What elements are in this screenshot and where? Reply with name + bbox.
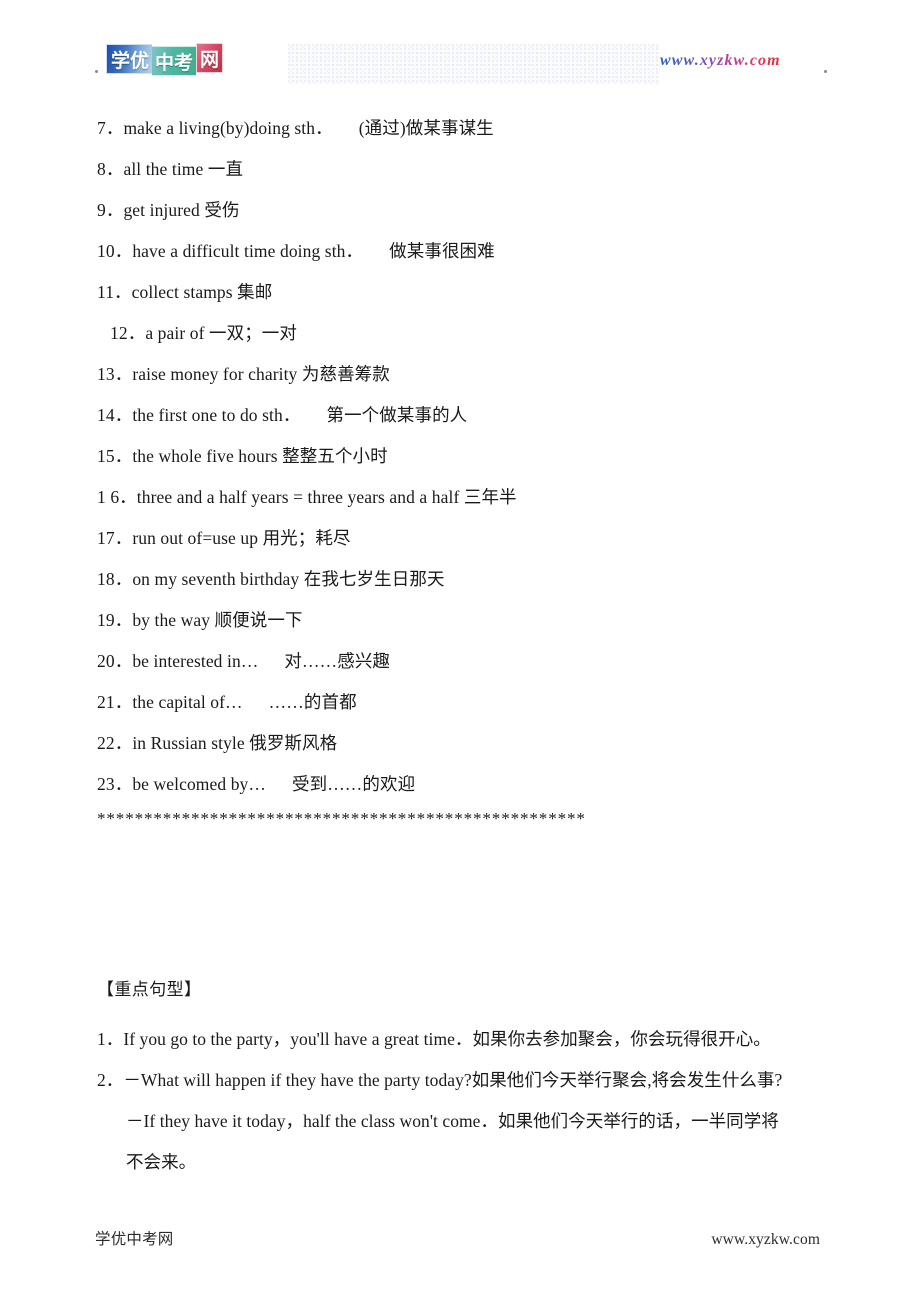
phrase-text: collect stamps 集邮	[131, 282, 273, 302]
phrase-item: 23．be welcomed by… 受到……的欢迎	[97, 764, 857, 805]
pattern-line: 1．If you go to the party，you'll have a g…	[97, 1029, 771, 1049]
phrase-number: 21．	[97, 692, 133, 712]
page-footer: 学优中考网 www.xyzkw.com	[0, 1228, 920, 1258]
phrase-text: get injured 受伤	[123, 200, 240, 220]
phrase-item: 22．in Russian style 俄罗斯风格	[97, 723, 857, 764]
phrase-number: 19．	[97, 610, 133, 630]
phrase-gloss: ……的首都	[268, 692, 357, 712]
phrase-number: 7．	[97, 118, 124, 138]
phrase-item: 15．the whole five hours 整整五个小时	[97, 436, 857, 477]
header-texture-banner	[288, 44, 660, 84]
phrase-list: 7．make a living(by)doing sth． (通过)做某事谋生 8．…	[97, 108, 857, 805]
phrase-number: 1 6．	[97, 487, 137, 507]
phrase-item: 18．on my seventh birthday 在我七岁生日那天	[97, 559, 857, 600]
logo-segment-xueyou: 学优	[106, 44, 153, 74]
phrase-text: in Russian style 俄罗斯风格	[132, 733, 338, 753]
phrase-number: 15．	[97, 446, 133, 466]
phrase-text: on my seventh birthday 在我七岁生日那天	[132, 569, 445, 589]
phrase-number: 18．	[97, 569, 133, 589]
pattern-line: 不会来。	[126, 1152, 197, 1172]
header-site-url: www.xyzkw.com	[660, 52, 781, 69]
phrase-number: 20．	[97, 651, 133, 671]
phrase-text: all the time 一直	[123, 159, 244, 179]
phrase-item: 17．run out of=use up 用光；耗尽	[97, 518, 857, 559]
header-right-dot-icon	[824, 70, 827, 73]
phrase-gloss: 受到……的欢迎	[292, 774, 416, 794]
phrase-gloss: 第一个做某事的人	[326, 405, 468, 425]
pattern-line: －If they have it today，half the class wo…	[126, 1111, 779, 1131]
phrase-number: 10．	[97, 241, 133, 261]
phrase-number: 8．	[97, 159, 124, 179]
phrase-text: have a difficult time doing sth．	[132, 241, 364, 261]
phrase-text: the first one to do sth．	[132, 405, 301, 425]
phrase-text: by the way 顺便说一下	[132, 610, 303, 630]
phrase-number: 13．	[97, 364, 133, 384]
pattern-line-list: 1．If you go to the party，you'll have a g…	[97, 1019, 857, 1183]
footer-site-name: 学优中考网	[95, 1231, 174, 1248]
phrase-number: 23．	[97, 774, 133, 794]
phrase-item: 10．have a difficult time doing sth． 做某事很困…	[97, 231, 857, 272]
phrase-item: 1 6．three and a half years = three years…	[97, 477, 857, 518]
phrase-text: three and a half years = three years and…	[136, 487, 517, 507]
phrase-text: be interested in…	[132, 651, 259, 671]
phrase-item: 11．collect stamps 集邮	[97, 272, 857, 313]
phrase-item: 9．get injured 受伤	[97, 190, 857, 231]
phrase-gloss: 对……感兴趣	[284, 651, 391, 671]
phrase-number: 17．	[97, 528, 133, 548]
phrase-text: be welcomed by…	[132, 774, 266, 794]
header-left-dot-icon	[95, 70, 98, 73]
phrase-gloss: 做某事很困难	[389, 241, 495, 261]
phrase-gloss: (通过)做某事谋生	[358, 118, 494, 138]
phrase-text: run out of=use up 用光；耗尽	[132, 528, 351, 548]
asterisk-divider: ****************************************…	[97, 809, 586, 828]
phrase-text: raise money for charity 为慈善筹款	[132, 364, 390, 384]
phrase-number: 22．	[97, 733, 133, 753]
key-sentence-patterns-section: 【重点句型】 1．If you go to the party，you'll h…	[97, 975, 857, 1183]
phrase-number: 12．	[110, 323, 146, 343]
document-page: 学优 中考 网 www.xyzkw.com 7．make a living(by…	[0, 0, 920, 1300]
footer-site-url: www.xyzkw.com	[711, 1231, 820, 1248]
site-logo: 学优 中考 网	[106, 43, 224, 76]
phrase-number: 14．	[97, 405, 133, 425]
phrase-text: the whole five hours 整整五个小时	[132, 446, 388, 466]
logo-segment-wang: 网	[196, 43, 224, 73]
phrase-item: 13．raise money for charity 为慈善筹款	[97, 354, 857, 395]
phrase-item: 8．all the time 一直	[97, 149, 857, 190]
phrase-text: make a living(by)doing sth．	[123, 118, 333, 138]
logo-segment-zhongkao: 中考	[152, 46, 197, 76]
page-header: 学优 中考 网 www.xyzkw.com	[0, 40, 920, 92]
phrase-text: a pair of 一双；一对	[145, 323, 297, 343]
phrase-item: 14．the first one to do sth． 第一个做某事的人	[97, 395, 857, 436]
phrase-item: 20．be interested in… 对……感兴趣	[97, 641, 857, 682]
phrase-number: 9．	[97, 200, 124, 220]
pattern-line: 2．－What will happen if they have the par…	[97, 1070, 783, 1090]
section-heading: 【重点句型】	[97, 980, 202, 999]
phrase-item: 19．by the way 顺便说一下	[97, 600, 857, 641]
phrase-item: 7．make a living(by)doing sth． (通过)做某事谋生	[97, 108, 857, 149]
phrase-item: 21．the capital of… ……的首都	[97, 682, 857, 723]
phrase-number: 11．	[97, 282, 132, 302]
phrase-text: the capital of…	[132, 692, 243, 712]
phrase-item: 12．a pair of 一双；一对	[97, 313, 857, 354]
